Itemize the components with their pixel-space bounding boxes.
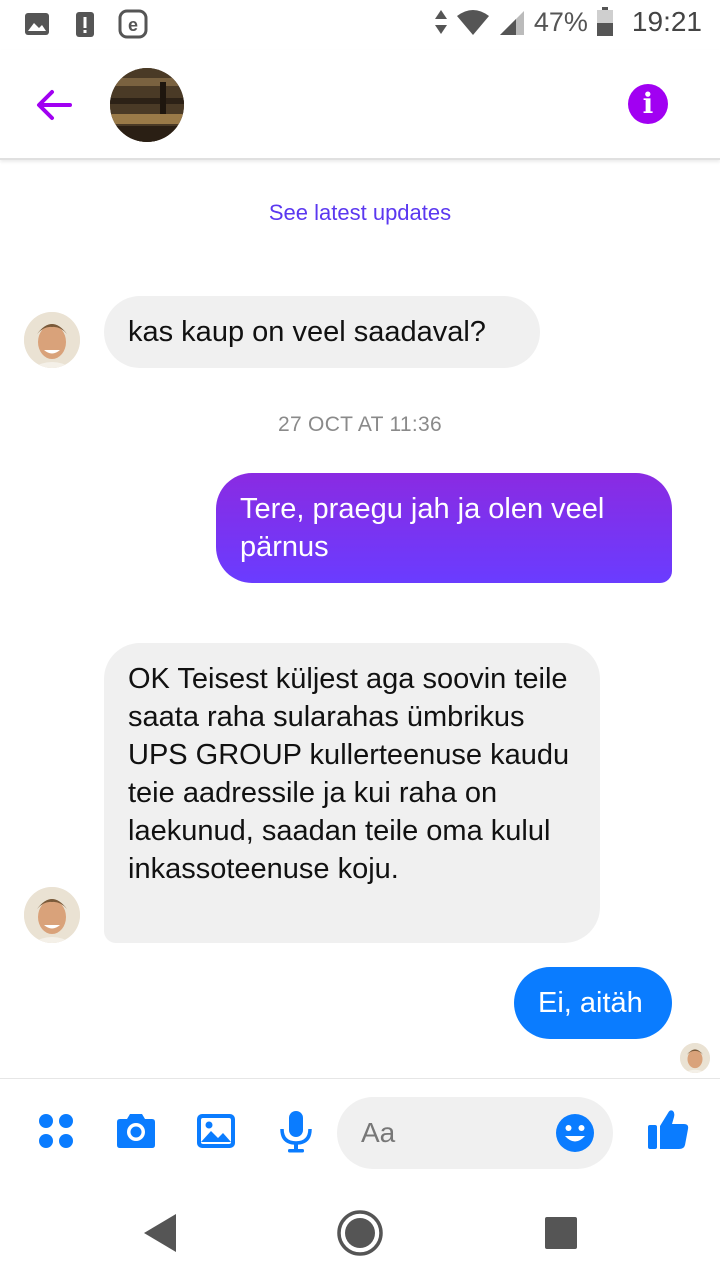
- message-text: kas kaup on veel saadaval?: [128, 316, 486, 348]
- message-text: OK Teisest küljest aga soovin teile saat…: [128, 663, 570, 885]
- sender-avatar[interactable]: [24, 887, 80, 943]
- emoji-icon[interactable]: [555, 1113, 595, 1153]
- back-nav-icon[interactable]: [136, 1208, 186, 1258]
- signal-icon: [499, 11, 524, 35]
- recents-nav-icon[interactable]: [536, 1208, 586, 1258]
- camera-icon[interactable]: [114, 1109, 158, 1153]
- clock: 19:21: [631, 6, 702, 37]
- message-text: Tere, praegu jah ja olen veel pärnus: [240, 493, 605, 563]
- alert-icon: [76, 12, 94, 37]
- battery-icon: [596, 7, 613, 36]
- message-bubble-outgoing[interactable]: Ei, aitäh: [514, 967, 672, 1039]
- thumbs-up-icon[interactable]: [646, 1107, 690, 1151]
- sender-avatar[interactable]: [24, 312, 80, 368]
- gallery-icon[interactable]: [194, 1109, 238, 1153]
- system-navigation-bar: [0, 1188, 720, 1280]
- info-icon[interactable]: i: [628, 84, 668, 124]
- contact-avatar[interactable]: [110, 68, 184, 142]
- image-icon: [25, 13, 49, 35]
- data-arrows-icon: [434, 10, 447, 34]
- message-input-container: [337, 1097, 613, 1169]
- status-bar: e 47% 19:21: [0, 0, 720, 50]
- arrow-left-icon[interactable]: [30, 80, 80, 130]
- more-icon[interactable]: [34, 1109, 78, 1153]
- message-bubble-incoming[interactable]: OK Teisest küljest aga soovin teile saat…: [104, 643, 600, 943]
- home-nav-icon[interactable]: [335, 1208, 385, 1258]
- seen-receipt-avatar: [680, 1043, 710, 1073]
- message-input[interactable]: [361, 1097, 551, 1169]
- see-latest-updates-link[interactable]: See latest updates: [0, 200, 720, 226]
- message-text: Ei, aitäh: [538, 987, 643, 1019]
- message-composer: [0, 1078, 720, 1188]
- battery-percent: 47%: [533, 6, 588, 37]
- message-timestamp: 27 OCT AT 11:36: [277, 413, 443, 436]
- message-bubble-incoming[interactable]: kas kaup on veel saadaval?: [104, 296, 540, 368]
- e-icon: e: [118, 9, 148, 39]
- microphone-icon[interactable]: [274, 1109, 318, 1153]
- conversation-header: i: [0, 50, 720, 160]
- wifi-icon: [456, 10, 489, 35]
- message-bubble-outgoing[interactable]: Tere, praegu jah ja olen veel pärnus: [216, 473, 672, 583]
- svg-text:e: e: [128, 15, 138, 35]
